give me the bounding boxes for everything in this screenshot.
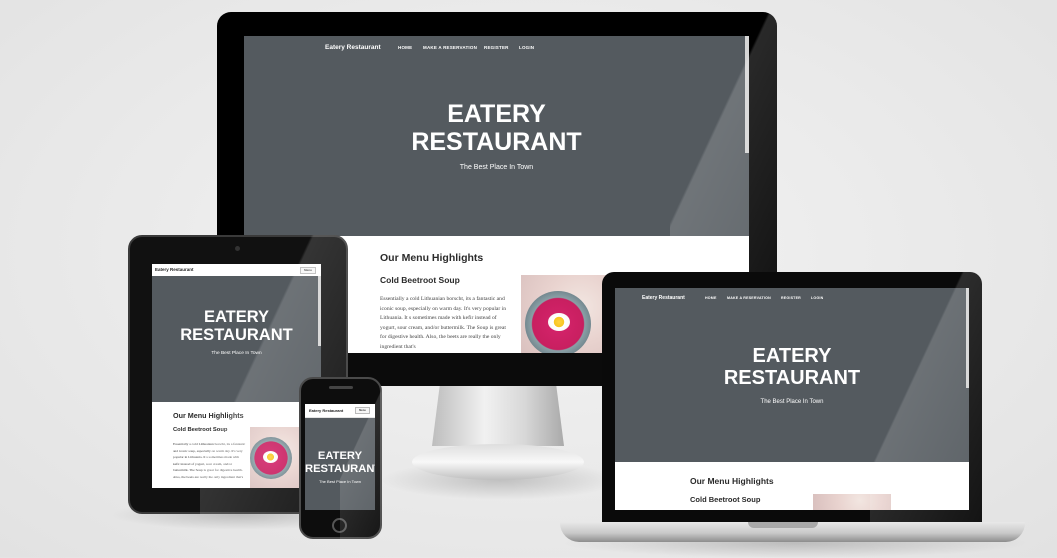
laptop-notch (748, 522, 818, 528)
site-brand[interactable]: Eatery Restaurant (642, 295, 685, 301)
laptop-glare (870, 272, 982, 524)
nav-home[interactable]: HOME (705, 296, 717, 300)
site-brand[interactable]: Eatery Restaurant (155, 267, 194, 272)
nav-home[interactable]: HOME (398, 45, 412, 50)
dish-description: Essentially a cold Lithuanian borscht, i… (380, 296, 507, 350)
site-brand[interactable]: Eatery Restaurant (325, 44, 381, 51)
nav-login[interactable]: LOGIN (811, 296, 823, 300)
nav-make-reservation[interactable]: MAKE A RESERVATION (727, 296, 771, 300)
phone-glare (340, 377, 382, 539)
section-title: Our Menu Highlights (380, 252, 484, 264)
imac-stand-base (412, 444, 584, 480)
dish-title: Cold Beetroot Soup (380, 275, 460, 285)
dish-title: Cold Beetroot Soup (690, 495, 761, 504)
imac-stand-neck (432, 384, 564, 446)
nav-login[interactable]: LOGIN (519, 45, 534, 50)
egg-icon (548, 313, 570, 331)
nav-make-reservation[interactable]: MAKE A RESERVATION (423, 45, 477, 50)
site-brand[interactable]: Eatery Restaurant (309, 408, 343, 413)
nav-register[interactable]: REGISTER (484, 45, 509, 50)
section-title: Our Menu Highlights (690, 476, 774, 486)
nav-register[interactable]: REGISTER (781, 296, 801, 300)
